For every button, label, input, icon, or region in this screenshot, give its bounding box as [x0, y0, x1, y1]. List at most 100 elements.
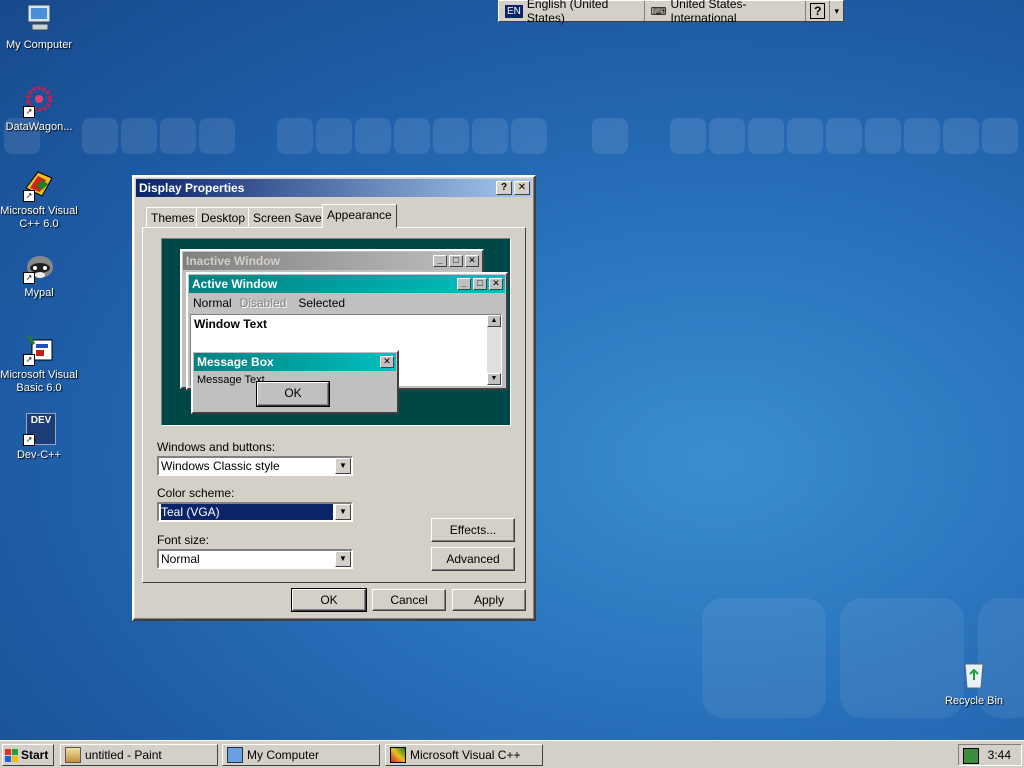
keyboard-label: United States-International — [670, 0, 747, 25]
preview-inactive-title: Inactive Window — [186, 254, 280, 268]
desktop-icon-my-computer[interactable]: My Computer — [0, 2, 80, 52]
language-label: English (United States) — [526, 0, 609, 25]
advanced-button[interactable]: Advanced — [431, 547, 515, 571]
maximize-icon: □ — [449, 255, 463, 267]
recycle-bin-icon — [957, 658, 991, 692]
desktop-icon-recycle-bin[interactable]: Recycle Bin — [933, 658, 1015, 708]
chevron-down-icon[interactable]: ▼ — [335, 458, 351, 474]
apply-button[interactable]: Apply — [452, 589, 526, 611]
close-icon: ✕ — [489, 278, 503, 290]
desktop-icon-visual-basic[interactable]: ↗ Microsoft Visual Basic 6.0 — [0, 332, 80, 395]
paint-icon — [65, 747, 81, 763]
visual-cpp-icon — [390, 747, 406, 763]
close-button[interactable]: ✕ — [514, 181, 530, 195]
preview-message-titlebar: Message Box ✕ — [194, 353, 396, 371]
start-button[interactable]: Start — [2, 744, 54, 766]
color-scheme-value: Teal (VGA) — [161, 504, 333, 520]
appearance-preview: Inactive Window _ □ ✕ Active Window _ □ … — [161, 238, 511, 426]
preview-menu-selected: Selected — [298, 296, 346, 310]
language-selector[interactable]: EN English (United States) — [499, 0, 645, 25]
desktop-icon-label: Microsoft Visual Basic 6.0 — [0, 369, 78, 394]
taskbar-item-label: untitled - Paint — [85, 748, 162, 762]
desktop-icon-label: Microsoft Visual C++ 6.0 — [0, 205, 78, 230]
font-size-value: Normal — [161, 552, 200, 566]
chevron-down-icon[interactable]: ▼ — [335, 504, 351, 520]
desktop-icon-label: My Computer — [5, 39, 73, 51]
visual-cpp-icon: ↗ — [22, 168, 56, 202]
desktop-icon-label: DataWagon... — [5, 121, 73, 133]
preview-menu-bar: Normal Disabled Selected — [188, 294, 506, 312]
desktop-icon-label: Recycle Bin — [944, 695, 1004, 707]
language-bar: EN English (United States) ⌨ United Stat… — [498, 0, 844, 25]
tab-desktop[interactable]: Desktop — [196, 207, 251, 227]
minimize-icon: _ — [457, 278, 471, 290]
shortcut-arrow-icon: ↗ — [23, 354, 35, 366]
language-bar-help-button[interactable]: ? — [806, 1, 831, 21]
windows-buttons-value: Windows Classic style — [161, 459, 280, 473]
taskbar-item-label: My Computer — [247, 748, 320, 762]
tab-screen-saver[interactable]: Screen Saver — [248, 207, 331, 227]
scroll-down-icon: ▼ — [487, 373, 501, 385]
shortcut-arrow-icon: ↗ — [23, 106, 35, 118]
shortcut-arrow-icon: ↗ — [23, 190, 35, 202]
help-icon: ? — [810, 3, 826, 19]
preview-menu-disabled: Disabled — [239, 296, 287, 310]
options-arrow-icon: ▾ — [834, 5, 839, 16]
visual-basic-icon: ↗ — [22, 332, 56, 366]
minimize-icon: _ — [433, 255, 447, 267]
maximize-icon: □ — [473, 278, 487, 290]
my-computer-icon — [227, 747, 243, 763]
shortcut-arrow-icon: ↗ — [23, 272, 35, 284]
desktop-icon-dev-cpp[interactable]: DEV ↗ Dev-C++ — [0, 412, 80, 462]
taskbar-item-paint[interactable]: untitled - Paint — [60, 744, 218, 766]
preview-inactive-titlebar: Inactive Window _ □ ✕ — [183, 252, 481, 270]
desktop-icon-mypal[interactable]: ↗ Mypal — [0, 250, 80, 300]
windows-buttons-label: Windows and buttons: — [157, 440, 276, 454]
taskbar-item-visual-cpp[interactable]: Microsoft Visual C++ — [385, 744, 543, 766]
color-scheme-label: Color scheme: — [157, 486, 235, 500]
tab-appearance[interactable]: Appearance — [322, 204, 397, 228]
close-icon: ✕ — [380, 356, 394, 368]
network-icon[interactable] — [963, 748, 979, 764]
clock[interactable]: 3:44 — [988, 748, 1011, 762]
desktop-icon-datawagon[interactable]: ↗ DataWagon... — [0, 84, 80, 134]
close-icon: ✕ — [465, 255, 479, 267]
tab-themes[interactable]: Themes — [146, 207, 200, 227]
preview-active-title: Active Window — [192, 277, 278, 291]
start-label: Start — [21, 748, 49, 762]
appearance-panel: Inactive Window _ □ ✕ Active Window _ □ … — [142, 227, 526, 583]
mypal-raccoon-icon: ↗ — [22, 250, 56, 284]
ok-button[interactable]: OK — [291, 588, 367, 612]
taskbar-item-my-computer[interactable]: My Computer — [222, 744, 380, 766]
system-tray: 3:44 — [958, 744, 1022, 766]
preview-message-title: Message Box — [197, 355, 274, 369]
dialog-title: Display Properties — [139, 181, 245, 195]
font-size-select[interactable]: Normal ▼ — [157, 549, 353, 569]
desktop-icon-label: Mypal — [24, 287, 54, 299]
preview-window-text: Window Text — [194, 317, 267, 331]
font-size-label: Font size: — [157, 533, 210, 547]
effects-button[interactable]: Effects... — [431, 518, 515, 542]
language-code: EN — [505, 4, 523, 18]
windows-logo-icon — [5, 748, 18, 762]
taskbar-item-label: Microsoft Visual C++ — [410, 748, 521, 762]
preview-message-text: Message Text — [197, 374, 265, 386]
dialog-titlebar[interactable]: Display Properties ? ✕ — [136, 179, 532, 197]
display-properties-dialog: Display Properties ? ✕ Themes Desktop Sc… — [132, 175, 536, 621]
dev-cpp-icon: DEV ↗ — [22, 412, 56, 446]
language-bar-options-button[interactable]: ▾ — [830, 6, 843, 17]
desktop-icon-label: Dev-C++ — [16, 449, 62, 461]
keyboard-layout-selector[interactable]: ⌨ United States-International — [645, 0, 807, 25]
windows-buttons-select[interactable]: Windows Classic style ▼ — [157, 456, 353, 476]
my-computer-icon — [22, 2, 56, 36]
chevron-down-icon[interactable]: ▼ — [335, 551, 351, 567]
preview-ok-button: OK — [256, 381, 330, 407]
shortcut-arrow-icon: ↗ — [23, 434, 35, 446]
color-scheme-select[interactable]: Teal (VGA) ▼ — [157, 502, 353, 522]
desktop-icon-visual-cpp[interactable]: ↗ Microsoft Visual C++ 6.0 — [0, 168, 80, 231]
preview-menu-normal: Normal — [193, 296, 232, 310]
cancel-button[interactable]: Cancel — [372, 589, 446, 611]
datawagon-icon: ↗ — [22, 84, 56, 118]
taskbar: Start untitled - Paint My Computer Micro… — [0, 740, 1024, 768]
help-button[interactable]: ? — [496, 181, 512, 195]
